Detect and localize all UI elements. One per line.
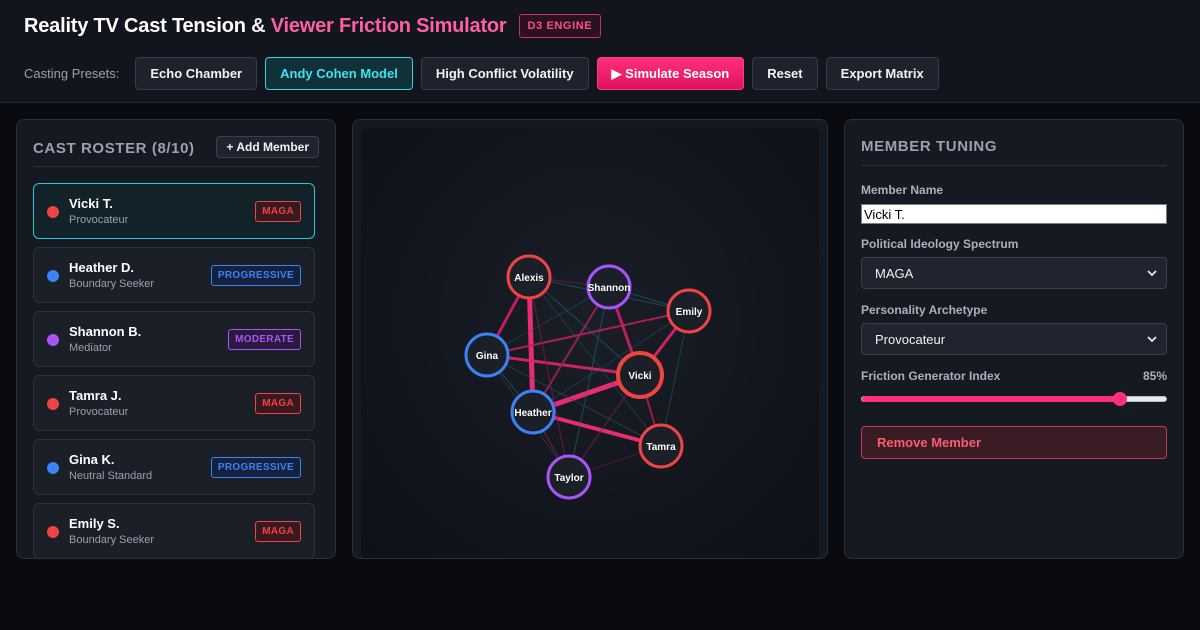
ideology-tag: MODERATE [228, 329, 301, 350]
export-matrix-button[interactable]: Export Matrix [825, 57, 939, 90]
remove-member-button[interactable]: Remove Member [861, 426, 1167, 459]
member-role: Provocateur [69, 214, 129, 226]
ideology-dot [47, 334, 59, 346]
presets-bar: Casting Presets: Echo Chamber Andy Cohen… [24, 57, 947, 90]
ideology-dot [47, 462, 59, 474]
member-role: Neutral Standard [69, 470, 153, 482]
cast-member-card[interactable]: Gina K. Neutral Standard PROGRESSIVE [33, 439, 315, 495]
simulate-season-button[interactable]: ▶ Simulate Season [596, 57, 745, 90]
member-name: Emily S. [69, 516, 120, 531]
cast-node-label: Vicki [628, 371, 651, 382]
cast-node-label: Heather [514, 408, 551, 419]
member-name: Heather D. [69, 260, 135, 275]
preset-high-conflict-button[interactable]: High Conflict Volatility [420, 57, 589, 90]
presets-label: Casting Presets: [24, 66, 120, 81]
cast-node[interactable]: Emily [666, 288, 712, 334]
cast-member-card[interactable]: Tamra J. Provocateur MAGA [33, 375, 315, 431]
cast-node-label: Taylor [554, 473, 583, 484]
ideology-tag: PROGRESSIVE [210, 457, 301, 478]
cast-node-label: Shannon [588, 283, 631, 294]
cast-node[interactable]: Heather [510, 389, 556, 435]
friction-slider[interactable] [861, 392, 1167, 406]
cast-node[interactable]: Tamra [638, 423, 684, 469]
archetype-select-value: Provocateur [875, 331, 946, 347]
member-name: Vicki T. [69, 196, 113, 211]
friction-value: 85% [1142, 369, 1167, 383]
cast-member-card[interactable]: Emily S. Boundary Seeker MAGA [33, 503, 315, 558]
tuning-divider [861, 165, 1167, 166]
cast-node[interactable]: Vicki [616, 351, 664, 399]
cast-roster-panel: CAST ROSTER (8/10) + Add Member Vicki T.… [16, 119, 336, 559]
preset-echo-chamber-button[interactable]: Echo Chamber [135, 57, 258, 90]
cast-node[interactable]: Gina [464, 332, 510, 378]
cast-node-label: Emily [676, 307, 703, 318]
member-role: Mediator [69, 342, 112, 354]
app-header: Reality TV Cast Tension & Viewer Frictio… [0, 0, 1200, 103]
friction-label: Friction Generator Index [861, 369, 1001, 383]
member-role: Boundary Seeker [69, 534, 154, 546]
member-role: Provocateur [69, 406, 129, 418]
friction-edge [532, 310, 690, 413]
preset-andy-cohen-button[interactable]: Andy Cohen Model [265, 57, 413, 90]
member-name: Gina K. [69, 452, 115, 467]
cast-node[interactable]: Taylor [546, 454, 592, 500]
ideology-tag: MAGA [255, 201, 301, 222]
cast-member-card[interactable]: Heather D. Boundary Seeker PROGRESSIVE [33, 247, 315, 303]
chevron-down-icon [1147, 270, 1157, 277]
cast-member-card[interactable]: Vicki T. Provocateur MAGA [33, 183, 315, 239]
ideology-select[interactable]: MAGA [861, 257, 1167, 289]
member-name-label: Member Name [861, 183, 944, 197]
engine-badge: D3 ENGINE [518, 14, 602, 38]
member-name: Tamra J. [69, 388, 122, 403]
ideology-dot [47, 526, 59, 538]
ideology-label: Political Ideology Spectrum [861, 237, 1019, 251]
archetype-select[interactable]: Provocateur [861, 323, 1167, 355]
add-member-button[interactable]: + Add Member [216, 136, 319, 158]
friction-slider-fill [862, 396, 1121, 402]
ideology-tag: MAGA [255, 393, 301, 414]
ideology-dot [47, 270, 59, 282]
network-graph-canvas[interactable]: Alexis Shannon Emily Gina Vicki Heather Tamra T… [361, 128, 819, 558]
ideology-tag: PROGRESSIVE [210, 265, 301, 286]
friction-slider-thumb[interactable] [1113, 392, 1128, 406]
app-title: Reality TV Cast Tension & Viewer Frictio… [24, 15, 507, 38]
ideology-tag: MAGA [255, 521, 301, 542]
cast-node-label: Alexis [514, 273, 544, 284]
reset-button[interactable]: Reset [752, 57, 818, 90]
ideology-select-value: MAGA [875, 265, 914, 281]
cast-node[interactable]: Shannon [586, 264, 632, 310]
ideology-dot [47, 398, 59, 410]
title-row: Reality TV Cast Tension & Viewer Frictio… [24, 14, 602, 38]
chevron-down-icon [1147, 336, 1157, 343]
member-name-input[interactable] [861, 204, 1167, 224]
cast-node-label: Tamra [646, 442, 676, 453]
cast-network-graph[interactable]: Alexis Shannon Emily Gina Vicki Heather Tamra T… [361, 128, 819, 558]
app-title-accent: Viewer Friction Simulator [270, 14, 507, 37]
member-name: Shannon B. [69, 324, 142, 339]
tuning-title: MEMBER TUNING [861, 138, 998, 155]
app-title-main: Reality TV Cast Tension [24, 14, 246, 37]
member-tuning-panel: MEMBER TUNING Member Name Political Ideo… [844, 119, 1184, 559]
cast-node[interactable]: Alexis [506, 254, 552, 300]
network-graph-panel: Alexis Shannon Emily Gina Vicki Heather Tamra T… [352, 119, 828, 559]
cast-node-label: Gina [476, 351, 499, 362]
roster-header: CAST ROSTER (8/10) + Add Member [33, 136, 319, 167]
member-role: Boundary Seeker [69, 278, 154, 290]
archetype-label: Personality Archetype [861, 303, 988, 317]
app-title-amp: & [251, 14, 266, 37]
ideology-dot [47, 206, 59, 218]
cast-member-card[interactable]: Shannon B. Mediator MODERATE [33, 311, 315, 367]
roster-title: CAST ROSTER (8/10) [33, 140, 195, 157]
